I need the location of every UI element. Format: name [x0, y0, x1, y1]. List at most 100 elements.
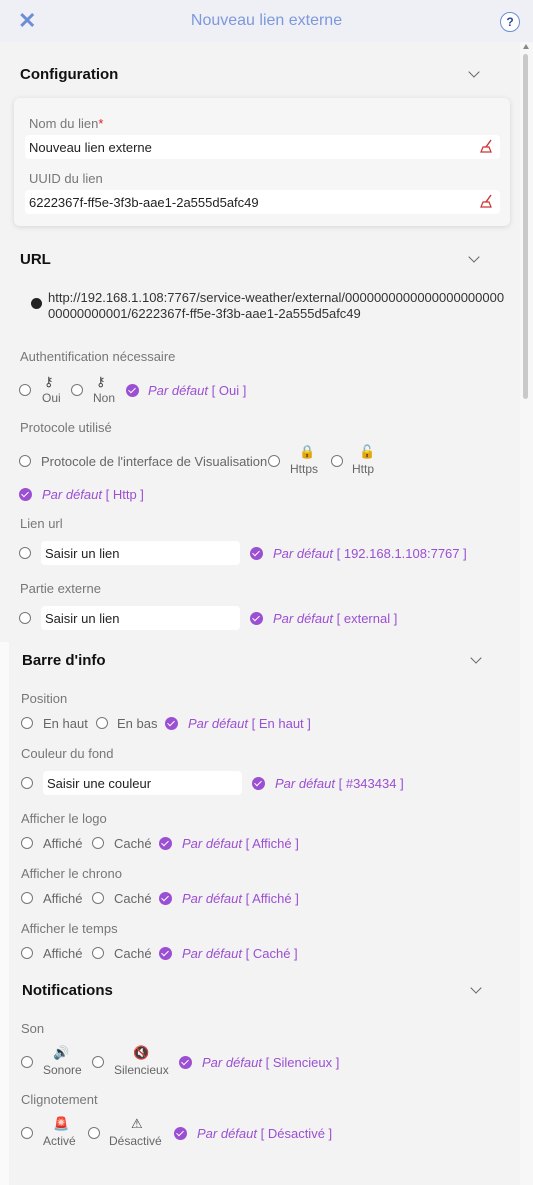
sound-default-check[interactable] — [179, 1056, 192, 1069]
blink-default-text: Par défaut [ Désactivé ] — [197, 1126, 333, 1141]
time-label: Afficher le temps — [21, 921, 118, 936]
chrono-label: Afficher le chrono — [21, 866, 122, 881]
protocol-http-radio[interactable] — [331, 455, 343, 467]
chrono-shown-radio[interactable] — [21, 892, 33, 904]
blink-on-label: Activé — [43, 1134, 76, 1148]
auth-no-radio[interactable] — [71, 384, 83, 396]
bg-color-label: Couleur du fond — [21, 746, 114, 761]
logo-hidden-radio[interactable] — [92, 837, 104, 849]
protocol-default-check[interactable] — [19, 488, 32, 501]
link-input[interactable]: Saisir un lien — [41, 541, 240, 565]
blink-default-check[interactable] — [174, 1127, 187, 1140]
protocol-https-label: Https — [290, 462, 319, 476]
chevron-down-icon[interactable] — [468, 66, 480, 78]
no-key-icon: ⚷ — [96, 374, 106, 389]
auth-default-text: Par défaut [ Oui ] — [148, 383, 247, 398]
external-custom-radio[interactable] — [19, 612, 31, 624]
blink-on-radio[interactable] — [21, 1127, 33, 1139]
logo-label: Afficher le logo — [21, 811, 107, 826]
uuid-field[interactable]: 6222367f-ff5e-3f3b-aae1-2a555d5afc49 — [25, 190, 500, 214]
blink-off-label: Désactivé — [109, 1134, 162, 1148]
external-label: Partie externe — [20, 581, 101, 596]
section-title-notifications: Notifications — [22, 982, 113, 999]
protocol-https-radio[interactable] — [268, 455, 280, 467]
link-default-check[interactable] — [250, 547, 263, 560]
logo-shown-radio[interactable] — [21, 837, 33, 849]
pos-default-check[interactable] — [165, 717, 178, 730]
protocol-interface-radio[interactable] — [19, 455, 31, 467]
pos-top-label: En haut — [43, 716, 88, 731]
scrollbar[interactable] — [520, 42, 533, 1185]
external-default-text: Par défaut [ external ] — [273, 611, 398, 626]
bg-custom-radio[interactable] — [21, 777, 33, 789]
protocol-label: Protocole utilisé — [20, 420, 112, 435]
speaker-muted-icon: 🔇 — [133, 1045, 150, 1060]
time-default-text: Par défaut [ Caché ] — [182, 946, 298, 961]
auth-yes-radio[interactable] — [19, 384, 31, 396]
clear-icon[interactable] — [480, 194, 494, 208]
name-field[interactable]: Nouveau lien externe — [25, 135, 500, 159]
position-label: Position — [21, 691, 68, 706]
siren-off-icon: ⚠ — [131, 1116, 143, 1131]
chevron-down-icon[interactable] — [470, 652, 482, 664]
protocol-default-text: Par défaut [ Http ] — [42, 487, 144, 502]
name-label: Nom du lien* — [29, 116, 104, 131]
help-icon[interactable]: ? — [500, 12, 520, 32]
uuid-label: UUID du lien — [29, 171, 103, 186]
name-value: Nouveau lien externe — [29, 140, 152, 155]
section-divider — [0, 642, 9, 1185]
external-input[interactable]: Saisir un lien — [41, 606, 240, 630]
time-hidden-radio[interactable] — [92, 947, 104, 959]
chrono-hidden-radio[interactable] — [92, 892, 104, 904]
time-shown-radio[interactable] — [21, 947, 33, 959]
sound-on-label: Sonore — [43, 1063, 82, 1077]
globe-icon — [31, 298, 42, 309]
chrono-default-text: Par défaut [ Affiché ] — [182, 891, 299, 906]
logo-shown-label: Affiché — [43, 836, 83, 851]
pos-bottom-radio[interactable] — [96, 717, 108, 729]
scrollbar-thumb[interactable] — [523, 54, 528, 399]
time-default-check[interactable] — [159, 947, 172, 960]
lock-icon: 🔒 — [299, 444, 316, 459]
sound-default-text: Par défaut [ Silencieux ] — [202, 1055, 340, 1070]
sound-label: Son — [21, 1021, 45, 1036]
sound-on-radio[interactable] — [21, 1056, 33, 1068]
logo-hidden-label: Caché — [114, 836, 152, 851]
blink-label: Clignotement — [21, 1092, 98, 1107]
chevron-down-icon[interactable] — [470, 982, 482, 994]
dialog-title: Nouveau lien externe — [190, 12, 343, 29]
url-value: http://192.168.1.108:7767/service-weathe… — [48, 290, 505, 321]
auth-no-label: Non — [93, 391, 116, 405]
auth-yes-label: Oui — [42, 391, 61, 405]
section-title-url: URL — [20, 251, 51, 268]
logo-default-check[interactable] — [159, 837, 172, 850]
speaker-on-icon: 🔊 — [53, 1045, 70, 1060]
bg-color-input[interactable]: Saisir une couleur — [43, 771, 242, 795]
auth-default-check[interactable] — [126, 384, 139, 397]
sound-off-radio[interactable] — [92, 1056, 104, 1068]
pos-default-text: Par défaut [ En haut ] — [188, 716, 311, 731]
scroll-up-arrow-icon[interactable] — [523, 44, 529, 49]
external-default-check[interactable] — [250, 612, 263, 625]
link-custom-radio[interactable] — [19, 547, 31, 559]
bg-default-check[interactable] — [252, 777, 265, 790]
chevron-down-icon[interactable] — [468, 251, 480, 263]
dialog-header: ✕ Nouveau lien externe ? — [0, 0, 533, 42]
chrono-shown-label: Affiché — [43, 891, 83, 906]
protocol-interface-label: Protocole de l'interface de Visualisatio… — [41, 454, 268, 469]
link-label: Lien url — [20, 516, 63, 531]
pos-bottom-label: En bas — [117, 716, 158, 731]
protocol-http-label: Http — [352, 462, 375, 476]
pos-top-radio[interactable] — [21, 717, 33, 729]
time-hidden-label: Caché — [114, 946, 152, 961]
auth-label: Authentification nécessaire — [20, 349, 176, 364]
siren-on-icon: 🚨 — [53, 1116, 70, 1131]
chrono-hidden-label: Caché — [114, 891, 152, 906]
key-icon: ⚷ — [44, 374, 54, 389]
chrono-default-check[interactable] — [159, 892, 172, 905]
section-title-configuration: Configuration — [20, 66, 119, 83]
clear-icon[interactable] — [480, 139, 494, 153]
uuid-value: 6222367f-ff5e-3f3b-aae1-2a555d5afc49 — [29, 195, 259, 210]
logo-default-text: Par défaut [ Affiché ] — [182, 836, 299, 851]
blink-off-radio[interactable] — [88, 1127, 100, 1139]
